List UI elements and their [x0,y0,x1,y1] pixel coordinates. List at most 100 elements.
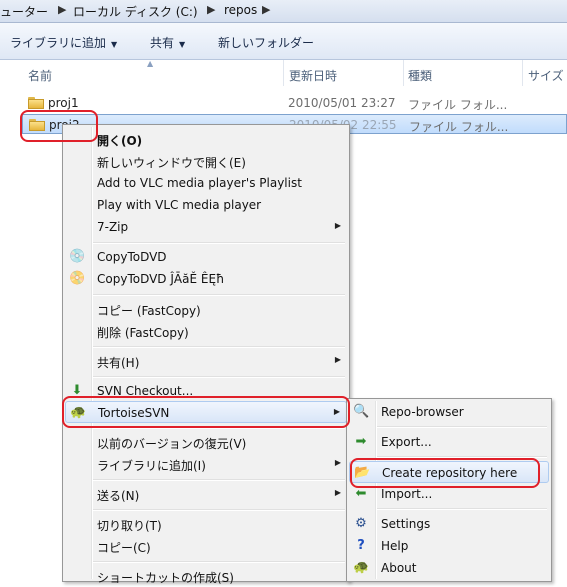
share-button[interactable]: 共有 ▼ [150,34,185,51]
column-type-header[interactable]: 種類 [408,67,432,84]
file-row-proj1[interactable]: proj1 2010/05/01 23:27 ファイル フォル... [22,93,567,113]
submenu-item-import[interactable]: ⬅ Import... [349,483,549,505]
create-repository-icon: 📂 [354,465,371,480]
menu-separator [93,509,345,511]
column-divider[interactable] [522,60,523,86]
folder-icon [28,97,44,109]
new-folder-button[interactable]: 新しいフォルダー [218,34,314,51]
submenu-arrow-icon: ▶ [334,488,341,497]
menu-item-copy[interactable]: コピー(C) [65,535,347,557]
sort-ascending-icon: ▲ [147,59,154,68]
menu-item-restore-previous[interactable]: 以前のバージョンの復元(V) [65,431,347,453]
file-type: ファイル フォル... [408,98,508,112]
submenu-item-about[interactable]: 🐢 About [349,557,549,579]
menu-separator [93,427,345,429]
file-date: 2010/05/01 23:27 [288,96,396,110]
menu-separator [93,242,345,244]
menu-separator [93,346,345,348]
menu-item-label: ライブラリに追加(I) [97,459,206,473]
share-label: 共有 [150,36,175,50]
file-name: proj1 [48,96,79,110]
add-to-library-label: ライブラリに追加 [10,36,107,50]
menu-item-label: 開く(O) [97,134,143,148]
menu-item-label: Repo-browser [381,405,464,419]
menu-item-label: コピー(C) [97,541,151,555]
submenu-item-export[interactable]: ➡ Export... [349,431,549,453]
svn-checkout-icon: ⬇ [71,383,83,398]
add-to-library-button[interactable]: ライブラリに追加 ▼ [10,34,117,51]
menu-item-open-new-window[interactable]: 新しいウィンドウで開く(E) [65,150,347,172]
menu-item-label: Play with VLC media player [97,198,262,212]
menu-item-label: 以前のバージョンの復元(V) [97,437,247,451]
menu-item-copytodvd-2[interactable]: 📀 CopyToDVD ĴĀăĚ ÊĘħ [65,268,347,290]
submenu-item-create-repository[interactable]: 📂 Create repository here [349,461,549,483]
submenu-item-repo-browser[interactable]: 🔍 Repo-browser [349,401,549,423]
column-divider[interactable] [283,60,284,86]
address-bar[interactable]: ューター ▶ ローカル ディスク (C:) ▶ repos ▶ [0,0,567,23]
menu-item-delete-fastcopy[interactable]: 削除 (FastCopy) [65,320,347,342]
menu-separator [93,479,345,481]
column-date-header[interactable]: 更新日時 [289,67,337,84]
chevron-down-icon: ▼ [179,40,186,49]
export-icon: ➡ [355,434,367,449]
about-icon: 🐢 [353,560,370,575]
tortoisesvn-icon: 🐢 [70,405,87,420]
menu-item-vlc-playlist[interactable]: Add to VLC media player's Playlist [65,172,347,194]
menu-item-label: CopyToDVD [97,250,167,264]
help-icon: ? [357,538,365,553]
copytodvd-icon: 💿 [69,249,86,264]
breadcrumb-arrow-icon[interactable]: ▶ [262,3,270,16]
menu-item-label: 7-Zip [97,220,129,234]
tortoisesvn-submenu: 🔍 Repo-browser ➡ Export... 📂 Create repo… [346,398,552,582]
column-divider[interactable] [403,60,404,86]
menu-item-add-to-library[interactable]: ライブラリに追加(I) ▶ [65,453,347,475]
menu-separator [377,508,547,510]
menu-separator [377,456,547,458]
column-size-header[interactable]: サイズ [528,67,564,84]
settings-icon: ⚙ [355,516,367,531]
submenu-item-help[interactable]: ? Help [349,535,549,557]
menu-item-label: Create repository here [382,466,518,480]
menu-item-tortoisesvn[interactable]: 🐢 TortoiseSVN ▶ [65,401,347,423]
menu-item-label: Import... [381,487,433,501]
menu-item-label: Export... [381,435,432,449]
breadcrumb-arrow-icon[interactable]: ▶ [207,3,215,16]
submenu-arrow-icon: ▶ [333,407,340,416]
menu-item-label: ショートカットの作成(S) [97,571,234,585]
menu-item-label: Add to VLC media player's Playlist [97,176,302,190]
breadcrumb-computer[interactable]: ューター [0,3,48,20]
menu-item-label: About [381,561,417,575]
chevron-down-icon: ▼ [111,40,118,49]
command-toolbar: ライブラリに追加 ▼ 共有 ▼ 新しいフォルダー [0,23,567,60]
breadcrumb-repos[interactable]: repos [224,3,257,17]
copytodvd-disc-icon: 📀 [69,271,86,286]
menu-item-cut[interactable]: 切り取り(T) [65,513,347,535]
column-name-header[interactable]: 名前 [28,67,52,84]
menu-item-vlc-play[interactable]: Play with VLC media player [65,194,347,216]
menu-item-send-to[interactable]: 送る(N) ▶ [65,483,347,505]
menu-item-create-shortcut[interactable]: ショートカットの作成(S) [65,565,347,587]
magnifier-icon: 🔍 [353,404,370,419]
menu-item-label: 切り取り(T) [97,519,162,533]
menu-item-open[interactable]: 開く(O) [65,128,347,150]
menu-item-label: 新しいウィンドウで開く(E) [97,156,246,170]
context-menu: 開く(O) 新しいウィンドウで開く(E) Add to VLC media pl… [62,124,350,585]
menu-item-svn-checkout[interactable]: ⬇ SVN Checkout... [65,380,347,402]
breadcrumb-local-disk[interactable]: ローカル ディスク (C:) [73,3,198,20]
submenu-arrow-icon: ▶ [334,355,341,364]
submenu-arrow-icon: ▶ [334,458,341,467]
menu-item-7zip[interactable]: 7-Zip ▶ [65,216,347,238]
menu-item-copy-fastcopy[interactable]: コピー (FastCopy) [65,298,347,320]
submenu-item-settings[interactable]: ⚙ Settings [349,513,549,535]
menu-item-label: 削除 (FastCopy) [97,326,189,340]
file-type: ファイル フォル... [409,120,509,134]
menu-item-copytodvd[interactable]: 💿 CopyToDVD [65,246,347,268]
menu-item-label: SVN Checkout... [97,384,194,398]
menu-separator [377,426,547,428]
menu-separator [93,561,345,563]
menu-item-label: 共有(H) [97,356,140,370]
breadcrumb-arrow-icon[interactable]: ▶ [58,3,66,16]
menu-item-share[interactable]: 共有(H) ▶ [65,350,347,372]
menu-item-label: TortoiseSVN [98,406,170,420]
menu-item-label: 送る(N) [97,489,140,503]
